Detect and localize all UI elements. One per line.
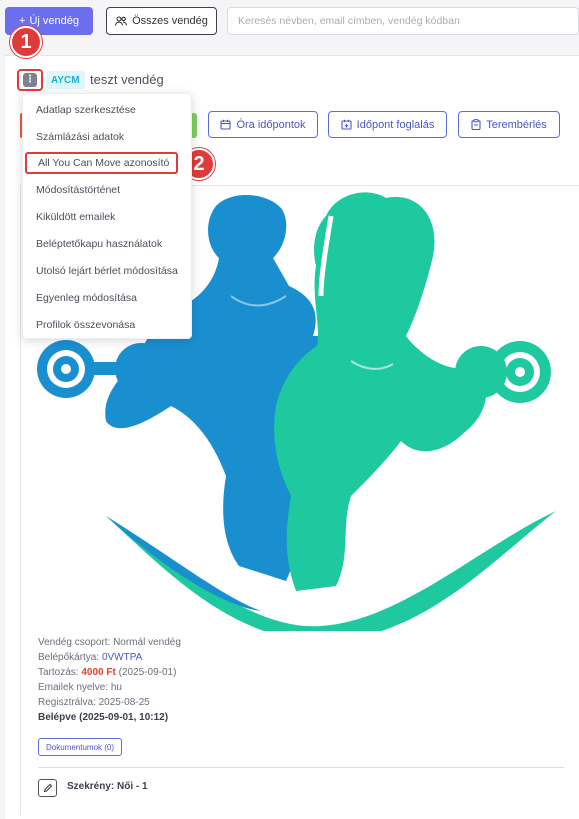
registered-label: Regisztrálva: [38, 697, 96, 708]
email-language-line: Emailek nyelve: hu [38, 680, 122, 695]
step-1-annotation: 1 [10, 26, 42, 58]
entry-card-label: Belépőkártya: [38, 652, 100, 663]
all-guests-label: Összes vendég [132, 15, 208, 27]
debt-line: Tartozás: 4000 Ft (2025-09-01) [38, 665, 176, 680]
all-guests-button[interactable]: Összes vendég [106, 7, 217, 35]
debt-value: 4000 Ft [81, 667, 116, 678]
registered-line: Regisztrálva: 2025-08-25 [38, 695, 150, 710]
menu-item-billing-data[interactable]: Számlázási adatok [23, 126, 193, 148]
entry-card-line: Belépőkártya: 0VWTPA [38, 650, 142, 665]
debt-date: (2025-09-01) [118, 667, 177, 678]
email-language-value: hu [110, 682, 122, 693]
guest-actions-menu: Adatlap szerkesztése Számlázási adatok A… [22, 93, 192, 339]
aycm-badge: AYCM [46, 71, 85, 89]
last-entry: Belépve (2025-09-01, 10:12) [38, 712, 169, 723]
class-times-button[interactable]: Óra időpontok [208, 111, 318, 138]
menu-item-edit-profile[interactable]: Adatlap szerkesztése [23, 99, 193, 121]
calendar-plus-icon [341, 119, 352, 130]
edit-locker-button[interactable] [38, 779, 57, 797]
menu-item-gate-usage[interactable]: Beléptetőkapu használatok [23, 233, 193, 255]
locker-label: Szekrény: Női - 1 [67, 781, 148, 792]
room-rental-label: Terembérlés [486, 118, 547, 131]
guest-group-label: Vendég csoport: [38, 637, 111, 648]
appointment-booking-button[interactable]: Időpont foglalás [328, 111, 447, 138]
kebab-menu-icon: ⋮ [23, 73, 37, 87]
menu-item-merge-profiles[interactable]: Profilok összevonása [23, 314, 193, 336]
clipboard-icon [471, 119, 481, 130]
guest-group-value: Normál vendég [113, 637, 181, 648]
guest-menu-button[interactable]: ⋮ [17, 69, 43, 91]
email-language-label: Emailek nyelve: [38, 682, 109, 693]
appointment-booking-label: Időpont foglalás [356, 118, 435, 131]
divider [38, 767, 564, 768]
guest-group-line: Vendég csoport: Normál vendég [38, 635, 181, 650]
class-times-label: Óra időpontok [236, 118, 306, 131]
calendar-icon [220, 119, 231, 130]
menu-item-sent-emails[interactable]: Kiküldött emailek [23, 206, 193, 228]
entry-card-value[interactable]: 0VWTPA [102, 652, 142, 663]
guest-name: teszt vendég [90, 72, 164, 87]
new-guest-label: Új vendég [29, 15, 79, 27]
edit-icon [43, 783, 52, 793]
users-icon [115, 16, 128, 26]
menu-item-balance-edit[interactable]: Egyenleg módosítása [23, 287, 193, 309]
registered-value: 2025-08-25 [98, 697, 150, 708]
menu-item-change-history[interactable]: Módosítástörténet [23, 179, 193, 201]
room-rental-button[interactable]: Terembérlés [458, 111, 560, 138]
menu-item-aycm-id[interactable]: All You Can Move azonosító [25, 152, 178, 174]
menu-item-last-pass-edit[interactable]: Utolsó lejárt bérlet módosítása [23, 260, 193, 282]
debt-label: Tartozás: [38, 667, 79, 678]
search-input[interactable] [227, 7, 579, 35]
documents-button[interactable]: Dokumentumok (0) [38, 738, 123, 756]
